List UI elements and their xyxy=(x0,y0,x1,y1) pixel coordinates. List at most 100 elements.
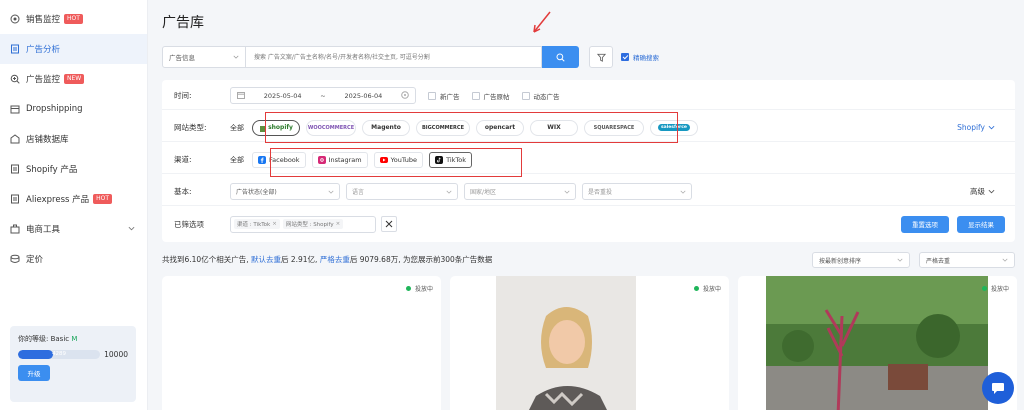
status-badge: 投放中 xyxy=(693,284,721,293)
squarespace-logo-option[interactable]: SQUARESPACE xyxy=(584,119,644,136)
clear-filters-button[interactable] xyxy=(381,216,397,232)
ad-status-value: 广告状态(全部) xyxy=(236,189,277,196)
language-placeholder: 语言 xyxy=(352,189,365,196)
tiktok-label: TikTok xyxy=(446,155,467,164)
close-icon[interactable]: × xyxy=(336,221,341,227)
sidebar-item-sales-monitor[interactable]: 销售监控 HOT xyxy=(0,4,147,34)
magento-logo-option[interactable]: Magento xyxy=(362,119,410,136)
opencart-logo-text: opencart xyxy=(484,124,516,131)
result-summary: 共找到6.10亿个相关广告, 默认去重后 2.91亿, 严格去重后 9079.6… xyxy=(162,254,492,265)
search-icon xyxy=(556,52,565,62)
shopify-logo-option[interactable]: shopify xyxy=(252,119,300,136)
exact-search-checkbox[interactable] xyxy=(621,53,629,61)
new-ad-option[interactable]: 新广告 xyxy=(428,91,460,101)
sort-select-value: 按最新创意排序 xyxy=(819,257,862,265)
wix-logo-option[interactable]: WIX xyxy=(530,119,578,136)
search-type-label: 广告信息 xyxy=(169,54,195,62)
new-ad-checkbox[interactable] xyxy=(428,91,436,100)
chevron-down-icon xyxy=(680,190,686,194)
country-select[interactable]: 国家/地区 xyxy=(464,183,576,200)
chevron-down-icon xyxy=(128,225,135,235)
status-text: 投放中 xyxy=(702,286,721,293)
site-type-label: 网站类型: xyxy=(174,123,207,132)
original-post-label: 广告原帖 xyxy=(483,92,510,101)
shopify-logo-text: shopify xyxy=(268,124,293,131)
upgrade-button[interactable]: 升级 xyxy=(18,365,50,381)
sidebar-item-pricing[interactable]: 定价 xyxy=(0,244,147,274)
original-post-option[interactable]: 广告原帖 xyxy=(471,91,510,101)
channel-all-option[interactable]: 全部 xyxy=(230,155,244,165)
sidebar-item-aliexpress-products[interactable]: Aliexpress 产品 HOT xyxy=(0,184,147,214)
ad-card[interactable]: 投放中 xyxy=(162,276,441,410)
search-input[interactable] xyxy=(246,46,542,68)
bigcommerce-logo-option[interactable]: BIGCOMMERCE xyxy=(416,119,470,136)
reset-options-button[interactable]: 重置选项 xyxy=(901,215,949,233)
status-badge: 投放中 xyxy=(405,284,433,293)
rerun-select[interactable]: 是否重投 xyxy=(582,183,692,200)
chosen-label: 已筛选项 xyxy=(174,219,204,229)
dedup-select[interactable]: 严格去重 xyxy=(919,252,1015,268)
channel-tiktok[interactable]: TikTok xyxy=(429,151,473,168)
instagram-icon xyxy=(317,155,326,164)
result-suffix: 后 9079.68万, 为您展示前300条广告数据 xyxy=(349,255,493,264)
sidebar-item-ad-monitor[interactable]: 广告监控 NEW xyxy=(0,64,147,94)
sidebar: 销售监控 HOT 广告分析 广告监控 NEW Dropshipping 店铺数据… xyxy=(0,0,148,410)
search-button[interactable] xyxy=(542,46,579,68)
default-dedup-link[interactable]: 默认去重 xyxy=(251,255,281,264)
filter-button[interactable] xyxy=(589,46,613,68)
ad-status-select[interactable]: 广告状态(全部) xyxy=(230,183,340,200)
chevron-down-icon xyxy=(988,125,995,130)
advanced-toggle[interactable]: 高级 xyxy=(970,186,995,197)
dynamic-ad-option[interactable]: 动态广告 xyxy=(521,91,560,101)
original-post-checkbox[interactable] xyxy=(471,91,480,100)
search-bar: 广告信息 精确搜索 xyxy=(162,46,659,68)
squarespace-logo-text: SQUARESPACE xyxy=(593,124,635,131)
channel-instagram[interactable]: Instagram xyxy=(311,151,368,168)
new-ad-label: 新广告 xyxy=(440,92,460,101)
strict-dedup-link[interactable]: 严格去重 xyxy=(320,255,350,264)
basic-label: 基本: xyxy=(174,187,192,196)
level-current: 4289 xyxy=(52,351,67,357)
chat-icon xyxy=(992,383,1004,394)
ad-card[interactable]: 投放中 xyxy=(738,276,1017,410)
sidebar-item-label: 广告分析 xyxy=(26,45,61,55)
chevron-down-icon xyxy=(328,190,334,194)
tag-site-type-text: 网站类型 : Shopify xyxy=(285,222,334,228)
sidebar-item-ecommerce-tools[interactable]: 电商工具 xyxy=(0,214,147,244)
exact-search-toggle[interactable]: 精确搜索 xyxy=(621,52,659,62)
chat-support-button[interactable] xyxy=(982,372,1014,404)
language-select[interactable]: 语言 xyxy=(346,183,458,200)
chevron-down-icon xyxy=(233,55,239,59)
channel-row: 渠道: 全部 Facebook Instagram YouTube TikTok xyxy=(162,146,1015,174)
magento-logo-text: Magento xyxy=(371,124,401,131)
sidebar-item-dropshipping[interactable]: Dropshipping xyxy=(0,94,147,124)
ad-card[interactable]: 投放中 xyxy=(450,276,729,410)
date-range-picker[interactable]: 2025-05-04 ~ 2025-06-04 xyxy=(230,87,416,104)
youtube-icon xyxy=(379,156,388,163)
target-icon xyxy=(10,14,20,24)
search-type-select[interactable]: 广告信息 xyxy=(162,46,246,68)
youtube-label: YouTube xyxy=(390,155,418,164)
sort-select[interactable]: 按最新创意排序 xyxy=(812,252,910,268)
channel-facebook[interactable]: Facebook xyxy=(252,151,306,168)
ad-creative-image xyxy=(496,276,636,410)
sidebar-item-label: 电商工具 xyxy=(26,225,61,235)
close-icon[interactable]: × xyxy=(272,221,277,227)
sidebar-item-store-database[interactable]: 店铺数据库 xyxy=(0,124,147,154)
channel-youtube[interactable]: YouTube xyxy=(373,151,424,168)
dynamic-ad-checkbox[interactable] xyxy=(521,91,530,100)
advanced-label: 高级 xyxy=(970,187,985,196)
show-results-button[interactable]: 显示结果 xyxy=(957,215,1005,233)
date-end: 2025-06-04 xyxy=(344,91,383,100)
clear-date-icon[interactable] xyxy=(401,90,409,101)
sidebar-item-shopify-products[interactable]: Shopify 产品 xyxy=(0,154,147,184)
opencart-logo-option[interactable]: opencart xyxy=(476,119,524,136)
chevron-down-icon xyxy=(446,190,452,194)
salesforce-logo-option[interactable]: salesforce xyxy=(650,119,698,136)
site-all-option[interactable]: 全部 xyxy=(230,123,244,133)
sidebar-item-ad-analysis[interactable]: 广告分析 xyxy=(0,34,147,64)
woocommerce-logo-option[interactable]: WOOCOMMERCE xyxy=(306,119,356,136)
chevron-down-icon xyxy=(1002,258,1008,262)
date-start: 2025-05-04 xyxy=(263,91,302,100)
site-type-dropdown[interactable]: Shopify xyxy=(957,123,995,132)
